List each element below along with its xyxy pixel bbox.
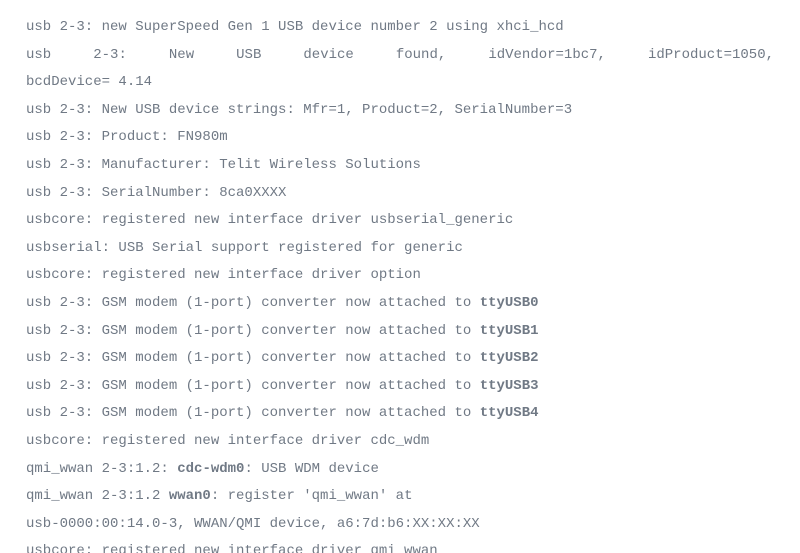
- wwan-device: wwan0: [169, 488, 211, 504]
- log-text: usb 2-3: GSM modem (1-port) converter no…: [26, 350, 480, 366]
- log-text: : USB WDM device: [244, 461, 378, 477]
- log-text: : register 'qmi_wwan' at: [211, 488, 413, 504]
- log-line: usbcore: registered new interface driver…: [26, 428, 774, 456]
- log-line: usb 2-3: Product: FN980m: [26, 124, 774, 152]
- log-line: usb 2-3: New USB device found, idVendor=…: [26, 42, 774, 70]
- log-text: qmi_wwan 2-3:1.2:: [26, 461, 177, 477]
- log-text: usb 2-3: GSM modem (1-port) converter no…: [26, 295, 480, 311]
- log-line: usb-0000:00:14.0-3, WWAN/QMI device, a6:…: [26, 511, 774, 539]
- log-text: qmi_wwan 2-3:1.2: [26, 488, 169, 504]
- log-line: usbcore: registered new interface driver…: [26, 262, 774, 290]
- tty-device: ttyUSB3: [480, 378, 539, 394]
- log-text: usb 2-3: GSM modem (1-port) converter no…: [26, 378, 480, 394]
- wdm-device: cdc-wdm0: [177, 461, 244, 477]
- log-line: qmi_wwan 2-3:1.2 wwan0: register 'qmi_ww…: [26, 483, 774, 511]
- log-line: usb 2-3: GSM modem (1-port) converter no…: [26, 290, 774, 318]
- tty-device: ttyUSB2: [480, 350, 539, 366]
- tty-device: ttyUSB1: [480, 323, 539, 339]
- log-line: usb 2-3: GSM modem (1-port) converter no…: [26, 400, 774, 428]
- kernel-log-output: usb 2-3: new SuperSpeed Gen 1 USB device…: [0, 0, 800, 553]
- log-text: usb 2-3: GSM modem (1-port) converter no…: [26, 323, 480, 339]
- log-line: usb 2-3: Manufacturer: Telit Wireless So…: [26, 152, 774, 180]
- log-text: usb 2-3: GSM modem (1-port) converter no…: [26, 405, 480, 421]
- log-line: usbcore: registered new interface driver…: [26, 538, 774, 553]
- log-line: usb 2-3: New USB device strings: Mfr=1, …: [26, 97, 774, 125]
- log-line: usb 2-3: GSM modem (1-port) converter no…: [26, 345, 774, 373]
- log-line: qmi_wwan 2-3:1.2: cdc-wdm0: USB WDM devi…: [26, 456, 774, 484]
- tty-device: ttyUSB0: [480, 295, 539, 311]
- log-line: usb 2-3: new SuperSpeed Gen 1 USB device…: [26, 14, 774, 42]
- log-line: bcdDevice= 4.14: [26, 69, 774, 97]
- log-line: usbcore: registered new interface driver…: [26, 207, 774, 235]
- log-line: usbserial: USB Serial support registered…: [26, 235, 774, 263]
- log-line: usb 2-3: SerialNumber: 8ca0XXXX: [26, 180, 774, 208]
- tty-device: ttyUSB4: [480, 405, 539, 421]
- log-line: usb 2-3: GSM modem (1-port) converter no…: [26, 318, 774, 346]
- log-line: usb 2-3: GSM modem (1-port) converter no…: [26, 373, 774, 401]
